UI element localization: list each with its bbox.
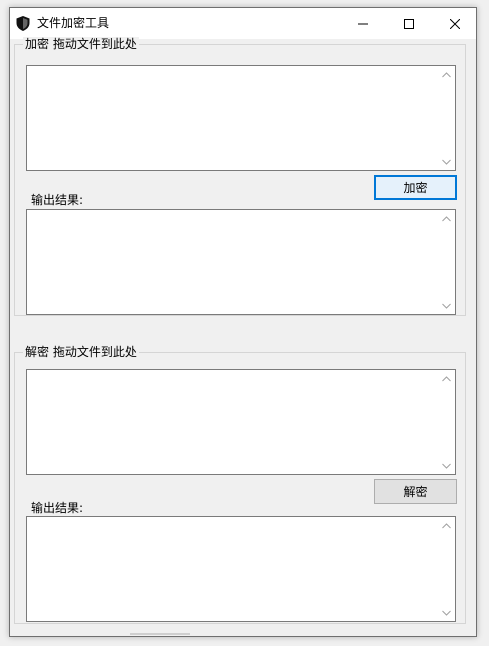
encrypt-output-textbox[interactable] <box>26 209 456 315</box>
minimize-button[interactable] <box>340 8 386 39</box>
scroll-down-icon[interactable] <box>438 297 455 314</box>
maximize-icon <box>404 14 414 33</box>
scroll-up-icon[interactable] <box>438 370 455 387</box>
minimize-icon <box>358 14 368 33</box>
decrypt-input-textbox[interactable] <box>26 369 456 475</box>
scroll-up-icon[interactable] <box>438 517 455 534</box>
encrypt-input-scrollbar[interactable] <box>438 66 455 170</box>
encrypt-group-title: 加密 拖动文件到此处 <box>23 37 139 52</box>
decrypt-group: 解密 拖动文件到此处 解密 输出结果: <box>14 345 466 624</box>
window-bottom-divider <box>130 633 190 635</box>
scroll-up-icon[interactable] <box>438 66 455 83</box>
title-bar[interactable]: 文件加密工具 <box>10 8 476 39</box>
shield-icon <box>16 16 30 31</box>
decrypt-group-title: 解密 拖动文件到此处 <box>23 345 139 360</box>
encrypt-output-label: 输出结果: <box>31 193 84 207</box>
maximize-button[interactable] <box>386 8 432 39</box>
decrypt-output-scrollbar[interactable] <box>438 517 455 621</box>
scroll-down-icon[interactable] <box>438 457 455 474</box>
scroll-up-icon[interactable] <box>438 210 455 227</box>
decrypt-output-textbox[interactable] <box>26 516 456 622</box>
scroll-down-icon[interactable] <box>438 153 455 170</box>
close-button[interactable] <box>432 8 478 39</box>
close-icon <box>449 14 461 33</box>
decrypt-button[interactable]: 解密 <box>374 479 457 504</box>
window-title: 文件加密工具 <box>37 16 110 30</box>
encrypt-button[interactable]: 加密 <box>374 175 457 200</box>
encrypt-input-textbox[interactable] <box>26 65 456 171</box>
decrypt-input-scrollbar[interactable] <box>438 370 455 474</box>
scroll-down-icon[interactable] <box>438 604 455 621</box>
encrypt-group: 加密 拖动文件到此处 加密 输出结果: <box>14 37 466 316</box>
decrypt-output-label: 输出结果: <box>31 501 84 515</box>
encrypt-output-scrollbar[interactable] <box>438 210 455 314</box>
app-window: 文件加密工具 加密 拖动文件到此处 加密 输出结果: 解密 拖动文件到此处 解密… <box>9 7 477 637</box>
